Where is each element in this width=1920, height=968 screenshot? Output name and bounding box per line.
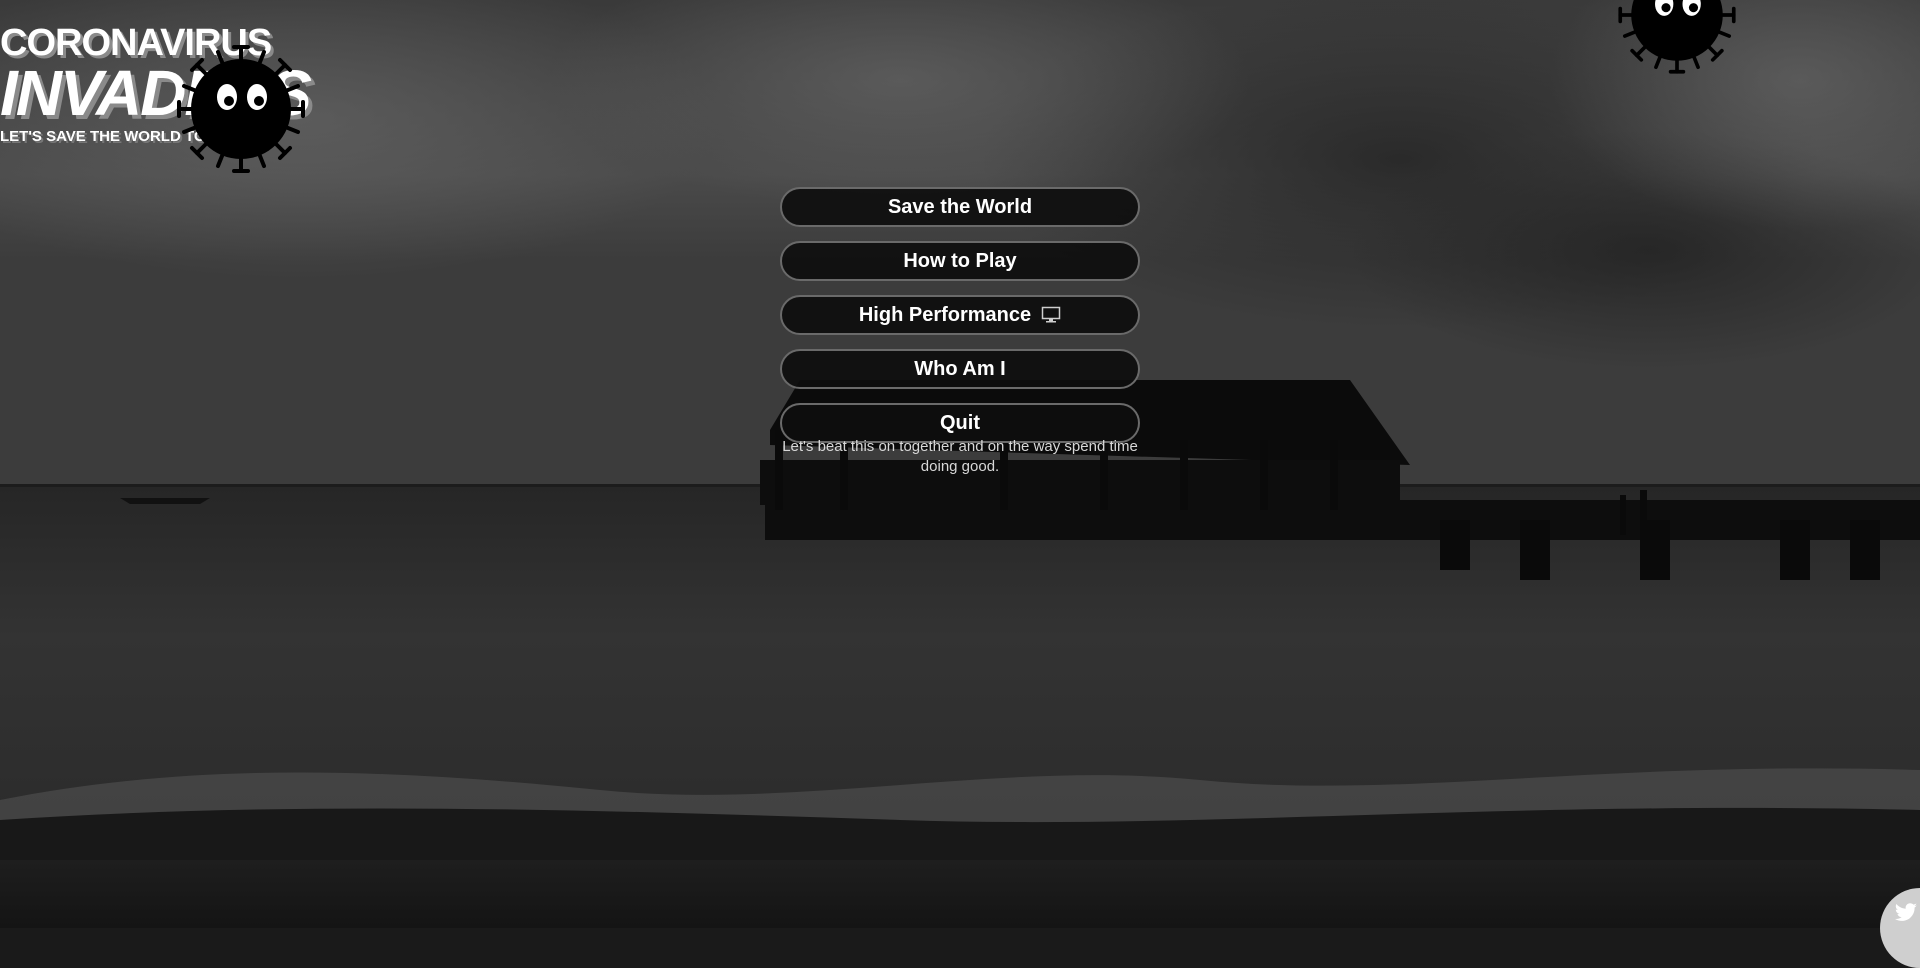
how-to-play-button[interactable]: How to Play: [780, 241, 1140, 281]
twitter-icon: [1894, 903, 1917, 921]
virus-icon: [1618, 0, 1736, 74]
who-am-i-button[interactable]: Who Am I: [780, 349, 1140, 389]
high-performance-label: High Performance: [858, 303, 1032, 326]
game-menu-screen: CORONAVIRUS INVADERS LET'S SAVE THE WORL…: [0, 0, 1920, 968]
who-am-i-label: Who Am I: [914, 357, 1006, 380]
save-the-world-button[interactable]: Save the World: [780, 187, 1140, 227]
how-to-play-label: How to Play: [903, 249, 1017, 272]
description-text: Let's beat this on together and on the w…: [782, 438, 1138, 475]
monitor-icon: [1041, 306, 1061, 324]
virus-icon: [177, 45, 305, 173]
high-performance-button[interactable]: High Performance: [780, 295, 1140, 335]
save-the-world-label: Save the World: [887, 195, 1033, 218]
quit-label: Quit: [940, 411, 980, 434]
main-menu: Save the World How to Play High Performa…: [780, 187, 1140, 457]
